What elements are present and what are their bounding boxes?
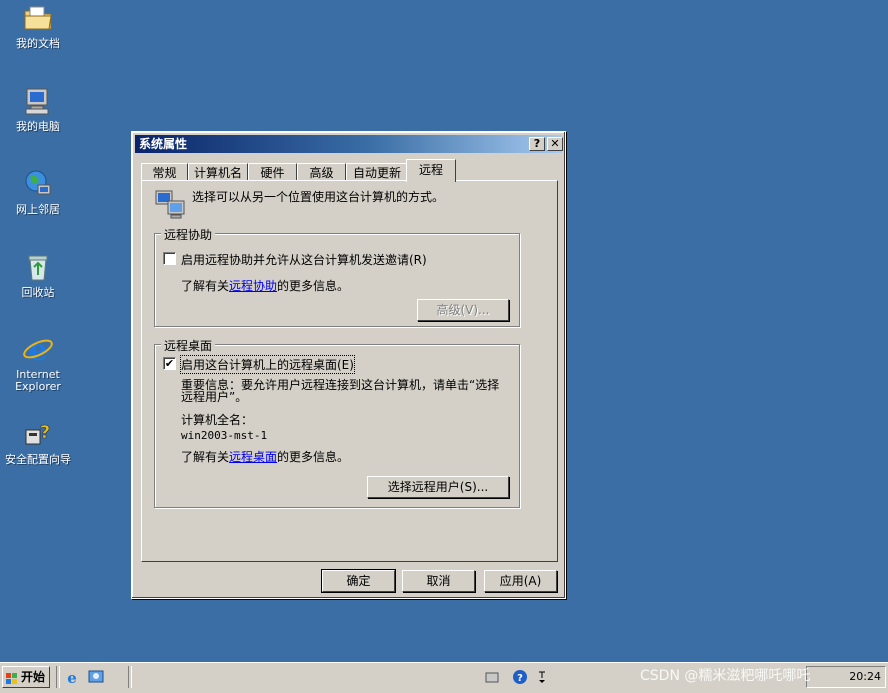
tab-panel-remote: 选择可以从另一个位置使用这台计算机的方式。 远程协助 启用远程协助并允许从这台计…: [141, 180, 558, 562]
info-suffix: 的更多信息。: [277, 279, 350, 293]
desktop-icon-my-documents[interactable]: 我的文档: [0, 2, 76, 50]
desktop-icon-recycle-bin[interactable]: 回收站: [0, 251, 76, 299]
my-documents-icon: [22, 2, 54, 34]
tray-menu-icon[interactable]: [536, 669, 548, 685]
tab-general[interactable]: 常规: [141, 163, 188, 181]
remote-desktop-info: 了解有关远程桌面的更多信息。: [181, 448, 349, 465]
desktop-icon-label: 我的电脑: [16, 120, 60, 133]
system-tray: 20:24: [806, 666, 886, 688]
remote-assistance-info: 了解有关远程协助的更多信息。: [181, 277, 349, 294]
close-icon: ✕: [550, 137, 560, 150]
desktop-icon-security-wizard[interactable]: ? 安全配置向导: [0, 418, 76, 466]
svg-text:e: e: [28, 333, 47, 365]
remote-computer-icon: [154, 187, 188, 221]
close-button[interactable]: ✕: [547, 137, 563, 151]
computer-fullname-value: win2003-mst-1: [181, 429, 268, 442]
tab-hardware[interactable]: 硬件: [248, 163, 297, 181]
start-label: 开始: [21, 670, 46, 684]
svg-text:?: ?: [40, 422, 50, 443]
remote-assistance-link[interactable]: 远程协助: [229, 279, 277, 293]
recycle-bin-icon: [22, 251, 54, 283]
windows-logo-icon: [6, 671, 18, 684]
security-wizard-icon: ?: [22, 418, 54, 450]
remote-desktop-link[interactable]: 远程桌面: [229, 450, 277, 464]
select-remote-users-button[interactable]: 选择远程用户(S)...: [367, 476, 509, 498]
remote-desktop-checkbox-label[interactable]: 启用这台计算机上的远程桌面(E): [180, 355, 355, 374]
help-icon: ?: [533, 137, 541, 150]
cancel-button[interactable]: 取消: [402, 570, 475, 592]
clock[interactable]: 20:24: [849, 670, 881, 683]
svg-text:e: e: [67, 669, 77, 685]
network-places-icon: [22, 168, 54, 200]
apply-button[interactable]: 应用(A): [484, 570, 557, 592]
remote-assistance-checkbox-label[interactable]: 启用远程协助并允许从这台计算机发送邀请(R): [181, 251, 427, 268]
quicklaunch-desktop-icon[interactable]: [88, 669, 104, 685]
taskbar-separator: [128, 666, 132, 688]
computer-fullname-label: 计算机全名：: [181, 413, 254, 427]
important-info-line2: 远程用户”。: [181, 390, 248, 404]
tray-network-icon[interactable]: [484, 669, 500, 685]
svg-text:?: ?: [517, 673, 523, 684]
remote-desktop-title: 远程桌面: [161, 337, 216, 354]
desktop-icon-label: 安全配置向导: [5, 453, 71, 466]
tab-automatic-updates[interactable]: 自动更新: [346, 163, 408, 181]
remote-desktop-checkbox[interactable]: ✔: [163, 357, 176, 370]
desktop-icon-network[interactable]: 网上邻居: [0, 168, 76, 216]
desktop-icon-my-computer[interactable]: 我的电脑: [0, 85, 76, 133]
remote-assistance-checkbox[interactable]: [163, 252, 176, 265]
tab-advanced[interactable]: 高级: [297, 163, 346, 181]
desktop: 我的文档 我的电脑 网上邻居 回收站 e Internet Explorer ?…: [0, 0, 888, 693]
intro-text: 选择可以从另一个位置使用这台计算机的方式。: [192, 190, 445, 204]
info-suffix: 的更多信息。: [277, 450, 350, 464]
info-prefix: 了解有关: [181, 279, 230, 293]
desktop-icon-label: 我的文档: [16, 37, 60, 50]
my-computer-icon: [22, 85, 54, 117]
internet-explorer-icon: e: [22, 333, 54, 368]
help-button[interactable]: ?: [529, 137, 545, 151]
start-button[interactable]: 开始: [2, 666, 50, 688]
remote-assistance-title: 远程协助: [161, 226, 216, 243]
advanced-button[interactable]: 高级(V)...: [417, 299, 509, 321]
ok-button[interactable]: 确定: [321, 569, 396, 593]
window-titlebar[interactable]: 系统属性 ? ✕: [135, 135, 563, 153]
window-title: 系统属性: [139, 137, 188, 151]
system-properties-window: 系统属性 ? ✕ 常规 计算机名 硬件 高级 自动更新 远程 选择可以从另一个位…: [131, 131, 566, 599]
tab-computer-name[interactable]: 计算机名: [188, 163, 248, 181]
watermark: CSDN @糯米滋粑哪吒哪吒: [640, 668, 811, 684]
info-prefix: 了解有关: [181, 450, 230, 464]
desktop-icon-label: 回收站: [21, 286, 55, 299]
desktop-icon-label: Internet Explorer: [15, 368, 61, 393]
tray-help-icon[interactable]: ?: [512, 669, 528, 685]
remote-desktop-group: 远程桌面 ✔ 启用这台计算机上的远程桌面(E) 重要信息：要允许用户远程连接到这…: [154, 337, 520, 508]
tab-remote[interactable]: 远程: [406, 159, 456, 182]
quicklaunch-ie-icon[interactable]: e: [64, 669, 80, 687]
taskbar-separator: [56, 666, 60, 688]
desktop-icon-internet-explorer[interactable]: e Internet Explorer: [0, 333, 76, 393]
remote-assistance-group: 远程协助 启用远程协助并允许从这台计算机发送邀请(R) 了解有关远程协助的更多信…: [154, 226, 520, 327]
desktop-icon-label: 网上邻居: [16, 203, 60, 216]
